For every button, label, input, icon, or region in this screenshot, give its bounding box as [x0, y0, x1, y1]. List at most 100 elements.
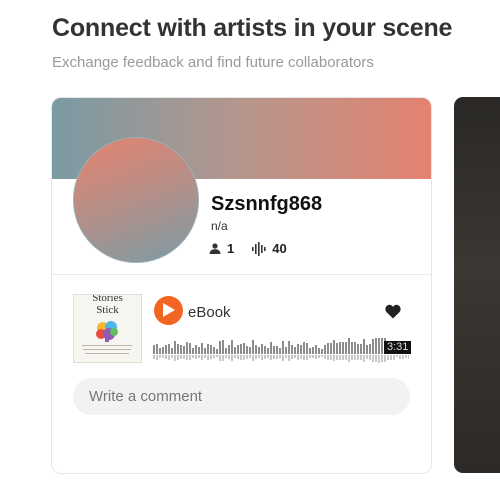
followers-stat[interactable]: 1 [209, 241, 234, 256]
waveform-bar-reflection [210, 355, 212, 359]
track-artwork[interactable]: Stories Stick [73, 294, 142, 363]
waveform-bar-reflection [339, 355, 341, 360]
waveform-bar [303, 342, 305, 354]
comment-input[interactable] [73, 378, 410, 415]
waveform-bar-reflection [270, 355, 272, 360]
waveform-bar-reflection [393, 355, 395, 360]
waveform-bar [249, 347, 251, 354]
waveform-bar [252, 340, 254, 354]
waveform-bar-reflection [219, 355, 221, 361]
heart-icon[interactable] [385, 304, 401, 319]
artwork-title-line2: Stick [96, 304, 119, 316]
waveform-bar-reflection [357, 355, 359, 360]
waveform-bar [381, 338, 383, 354]
waveform-bar-reflection [159, 355, 161, 358]
waveform-bar-reflection [165, 355, 167, 359]
tracks-count: 40 [272, 241, 287, 256]
avatar[interactable] [73, 137, 199, 263]
waveform-bar-reflection [153, 355, 155, 359]
waveform-bar [309, 348, 311, 354]
waveform-bar [348, 338, 350, 354]
waveform-bar [375, 338, 377, 354]
waveform-bar-reflection [282, 355, 284, 361]
track-waveform[interactable] [153, 338, 409, 364]
waveform-bar-reflection [297, 355, 299, 360]
waveform-bar-reflection [204, 355, 206, 358]
waveform-bar [327, 343, 329, 354]
waveform-bar-reflection [378, 355, 380, 363]
artist-location: n/a [211, 219, 228, 233]
waveform-bar-reflection [351, 355, 353, 360]
waveform-bar-reflection [354, 355, 356, 360]
brain-illustration [96, 321, 118, 342]
waveform-bar-reflection [162, 355, 164, 358]
waveform-bar [330, 343, 332, 354]
waveform-bar [216, 349, 218, 354]
waveform-bar [312, 347, 314, 354]
waveform-bar [378, 338, 380, 354]
waveform-bar [237, 345, 239, 354]
track-duration: 3:31 [384, 341, 412, 354]
artwork-title: Stories Stick [74, 295, 141, 316]
waveform-bar-reflection [192, 355, 194, 358]
waveform-bar-reflection [261, 355, 263, 360]
waveform-bar-reflection [405, 355, 407, 358]
waveform-bar [306, 343, 308, 354]
waveform-bar [198, 347, 200, 354]
waveform-bar-reflection [168, 355, 170, 360]
waveform-bar [174, 341, 176, 354]
waveform-bar-reflection [333, 355, 335, 361]
waveform-bar-reflection [363, 355, 365, 362]
waveform-bar-reflection [156, 355, 158, 360]
page-subtitle: Exchange feedback and find future collab… [52, 54, 374, 71]
waveform-bar [297, 344, 299, 354]
waveform-bar-reflection [240, 355, 242, 360]
waveform-bar-reflection [222, 355, 224, 361]
tracks-stat[interactable]: 40 [252, 241, 287, 256]
play-icon [163, 303, 175, 317]
waveform-bar-reflection [255, 355, 257, 359]
waveform-bar [195, 345, 197, 354]
waveform-bar-reflection [402, 355, 404, 359]
waveform-bar [192, 348, 194, 354]
track-title[interactable]: eBook [188, 304, 231, 321]
waveform-bar-reflection [396, 355, 398, 357]
next-artist-card[interactable] [454, 97, 500, 473]
waveform-bar [213, 347, 215, 354]
waveform-bar [183, 346, 185, 354]
waveform-bar-reflection [345, 355, 347, 360]
waveform-bar [267, 348, 269, 354]
waveform-bar [234, 347, 236, 354]
waveform-bar [186, 342, 188, 354]
play-button[interactable] [154, 296, 183, 325]
waveform-bar-reflection [198, 355, 200, 358]
waveform-bar [315, 345, 317, 354]
waveform-bar [153, 345, 155, 354]
tracks-waveform-icon [252, 241, 266, 256]
waveform-bar-reflection [303, 355, 305, 360]
waveform-bar [162, 347, 164, 354]
waveform-bar-reflection [408, 355, 409, 359]
waveform-bar-reflection [291, 355, 293, 359]
waveform-bar-reflection [279, 355, 281, 358]
waveform-bar [342, 342, 344, 354]
waveform-bar-reflection [399, 355, 401, 359]
waveform-bar [243, 343, 245, 354]
waveform-bar-reflection [186, 355, 188, 360]
waveform-bar [345, 342, 347, 354]
waveform-bar-reflection [384, 355, 386, 362]
waveform-bar [219, 341, 221, 354]
waveform-bar [207, 344, 209, 354]
waveform-bar-reflection [381, 355, 383, 362]
waveform-bar [156, 344, 158, 354]
artist-stats: 1 40 [209, 241, 305, 256]
waveform-bar [177, 344, 179, 354]
artist-username[interactable]: Szsnnfg868 [211, 193, 322, 216]
waveform-bar [339, 342, 341, 354]
page-title: Connect with artists in your scene [52, 14, 453, 42]
waveform-bar-reflection [267, 355, 269, 358]
waveform-bar [291, 345, 293, 354]
waveform-bar-reflection [237, 355, 239, 359]
waveform-bar [282, 341, 284, 354]
waveform-bar-reflection [264, 355, 266, 359]
